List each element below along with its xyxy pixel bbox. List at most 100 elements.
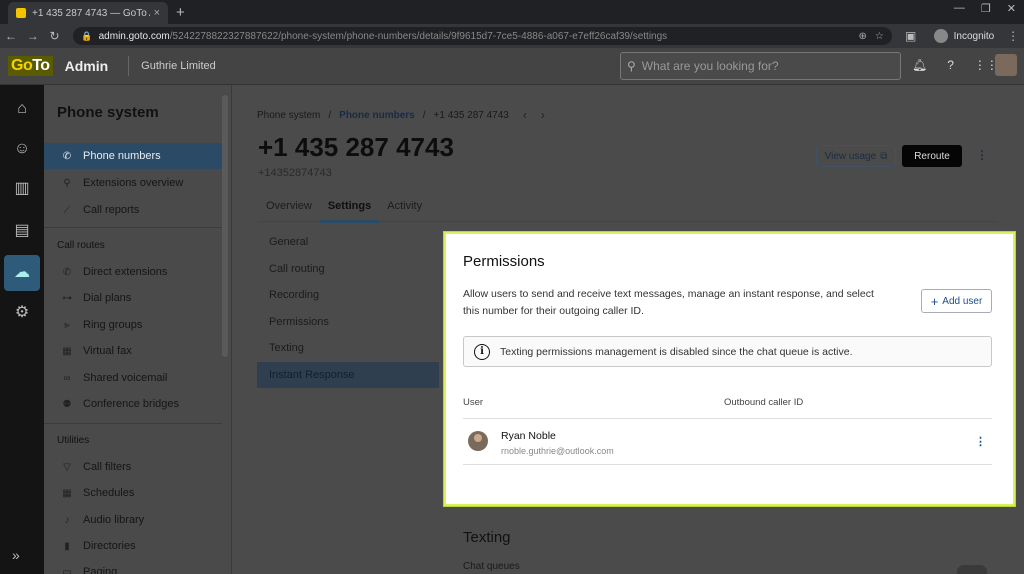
chevron-right-icon[interactable]: › [541,108,545,122]
browser-menu-icon[interactable]: ⋮ [1002,29,1024,43]
add-user-label: Add user [942,295,983,307]
sidebar-item-label: Call filters [83,461,132,473]
new-tab-button[interactable]: + [176,4,185,21]
breadcrumb-current: +1 435 287 4743 [433,109,509,121]
app-rail: ⌂ ☺ ▥ ▤ ☁ ⚙ » [0,85,44,574]
sidebar-item-dial-plans[interactable]: ⊶ Dial plans [44,285,222,311]
reroute-button[interactable]: Reroute [902,145,962,167]
external-link-icon: ⧉ [880,150,888,162]
search-icon: ⚲ [63,177,71,189]
section-call-routes: Call routes [57,240,105,251]
sidebar-item-schedules[interactable]: ▦ Schedules [44,480,222,506]
settings-nav-permissions[interactable]: Permissions [257,309,439,335]
sidebar-item-paging[interactable]: ▭ Paging [44,559,222,574]
sidebar-item-call-filters[interactable]: ▽ Call filters [44,454,222,480]
sidepanel-icon[interactable]: ▣ [900,29,922,43]
expand-rail-icon[interactable]: » [12,547,20,563]
settings-nav-texting[interactable]: Texting [257,335,439,361]
sidebar-item-call-reports[interactable]: ⟋ Call reports [44,197,222,223]
sidebar-item-phone-numbers[interactable]: ✆ Phone numbers [44,143,222,169]
breadcrumb-separator: / [328,109,332,121]
address-bar[interactable]: 🔒 admin.goto.com /5242278822327887622/ph… [73,27,892,45]
close-window-icon[interactable]: ✕ [1007,2,1016,15]
goto-logo[interactable]: GoTo [8,56,53,76]
bookmark-star-icon[interactable]: ☆ [875,31,884,42]
browser-tab[interactable]: +1 435 287 4743 — GoTo Admin × [8,2,168,24]
home-icon[interactable]: ⌂ [10,97,34,121]
texting-section-heading: Texting [463,529,511,546]
user-name: Ryan Noble [501,430,556,442]
permissions-card: Permissions Allow users to send and rece… [444,232,1015,506]
sidebar-scrollbar[interactable] [222,95,228,357]
reload-icon[interactable]: ↻ [44,29,66,43]
reports-icon[interactable]: ▤ [10,219,34,243]
view-usage-button[interactable]: View usage ⧉ [816,145,896,167]
table-header-divider [463,418,992,419]
sidebar-item-label: Audio library [83,514,145,526]
sidebar-item-label: Phone numbers [83,150,161,162]
search-icon: ⚲ [627,59,636,73]
table-row-divider [463,464,992,465]
sidebar-item-shared-voicemail[interactable]: ∞ Shared voicemail [44,365,222,391]
sidebar-item-extensions-overview[interactable]: ⚲ Extensions overview [44,170,222,196]
user-avatar[interactable] [995,54,1017,76]
logo-go: Go [11,57,33,74]
filter-icon: ▽ [63,461,71,473]
settings-nav-recording[interactable]: Recording [257,282,439,308]
sidebar-divider [44,227,222,228]
permissions-title: Permissions [463,253,545,270]
settings-nav-instant-response[interactable]: Instant Response [257,362,439,388]
app-header: GoTo Admin Guthrie Limited ⚲ What are yo… [0,48,1024,85]
settings-gear-icon[interactable]: ⚙ [10,301,34,325]
forward-icon[interactable]: → [22,29,44,43]
notifications-bell-icon[interactable]: 🔔︎ [912,58,927,72]
directory-icon[interactable]: ▥ [10,177,34,201]
tab-overview[interactable]: Overview [258,197,320,223]
company-name[interactable]: Guthrie Limited [141,60,216,72]
sidebar-item-ring-groups[interactable]: ⪢ Ring groups [44,312,222,338]
breadcrumb-phone-numbers[interactable]: Phone numbers [339,110,415,121]
sidebar-item-direct-extensions[interactable]: ✆ Direct extensions [44,259,222,285]
close-tab-icon[interactable]: × [154,7,160,19]
chevron-left-icon[interactable]: ‹ [523,108,527,122]
more-options-icon[interactable]: ⋮ [976,148,988,162]
book-icon: ▮ [64,540,70,552]
tab-activity[interactable]: Activity [379,197,430,223]
info-icon: i [474,343,490,360]
section-utilities: Utilities [57,435,90,446]
dial-plan-icon: ⊶ [62,292,72,304]
header-divider [128,56,130,76]
tab-settings[interactable]: Settings [319,197,380,223]
search-input[interactable]: What are you looking for? [642,59,779,73]
row-more-options-icon[interactable]: ⋮ [975,435,986,448]
settings-nav-general[interactable]: General [257,229,439,255]
back-icon[interactable]: ← [0,29,22,43]
sidebar-item-virtual-fax[interactable]: ▦ Virtual fax [44,338,222,364]
settings-nav-call-routing[interactable]: Call routing [257,256,439,282]
sidebar-title: Phone system [57,104,159,121]
phone-system-icon[interactable]: ☁ [4,255,40,291]
maximize-icon[interactable]: ❐ [981,2,991,15]
minimize-icon[interactable]: — [954,2,965,15]
view-usage-label: View usage [824,150,877,162]
breadcrumb-phone-system[interactable]: Phone system [257,110,320,121]
breadcrumb: Phone system / Phone numbers / +1 435 28… [257,108,545,122]
incognito-icon [933,29,948,43]
sidebar-item-label: Schedules [83,487,135,499]
help-icon[interactable]: ? [947,58,954,72]
header-actions: 🔔︎ ? ⋮⋮ [912,58,998,72]
sidebar-item-conference-bridges[interactable]: ⚉ Conference bridges [44,391,222,417]
phone-forward-icon: ✆ [62,266,72,278]
zoom-icon[interactable]: ⊕ [858,31,866,42]
calendar-icon: ▦ [62,487,72,499]
users-icon[interactable]: ☺ [10,137,34,161]
chat-queues-toggle[interactable] [957,565,987,574]
incognito-indicator[interactable]: Incognito [933,29,994,43]
sidebar-item-directories[interactable]: ▮ Directories [44,533,222,559]
global-search[interactable]: ⚲ What are you looking for? [620,52,901,80]
tabs-divider [258,221,998,222]
sidebar-item-audio-library[interactable]: ♪ Audio library [44,507,222,533]
add-user-button[interactable]: + Add user [921,289,992,313]
logo-to: To [32,57,50,74]
page-subtitle: +14352874743 [258,167,332,179]
